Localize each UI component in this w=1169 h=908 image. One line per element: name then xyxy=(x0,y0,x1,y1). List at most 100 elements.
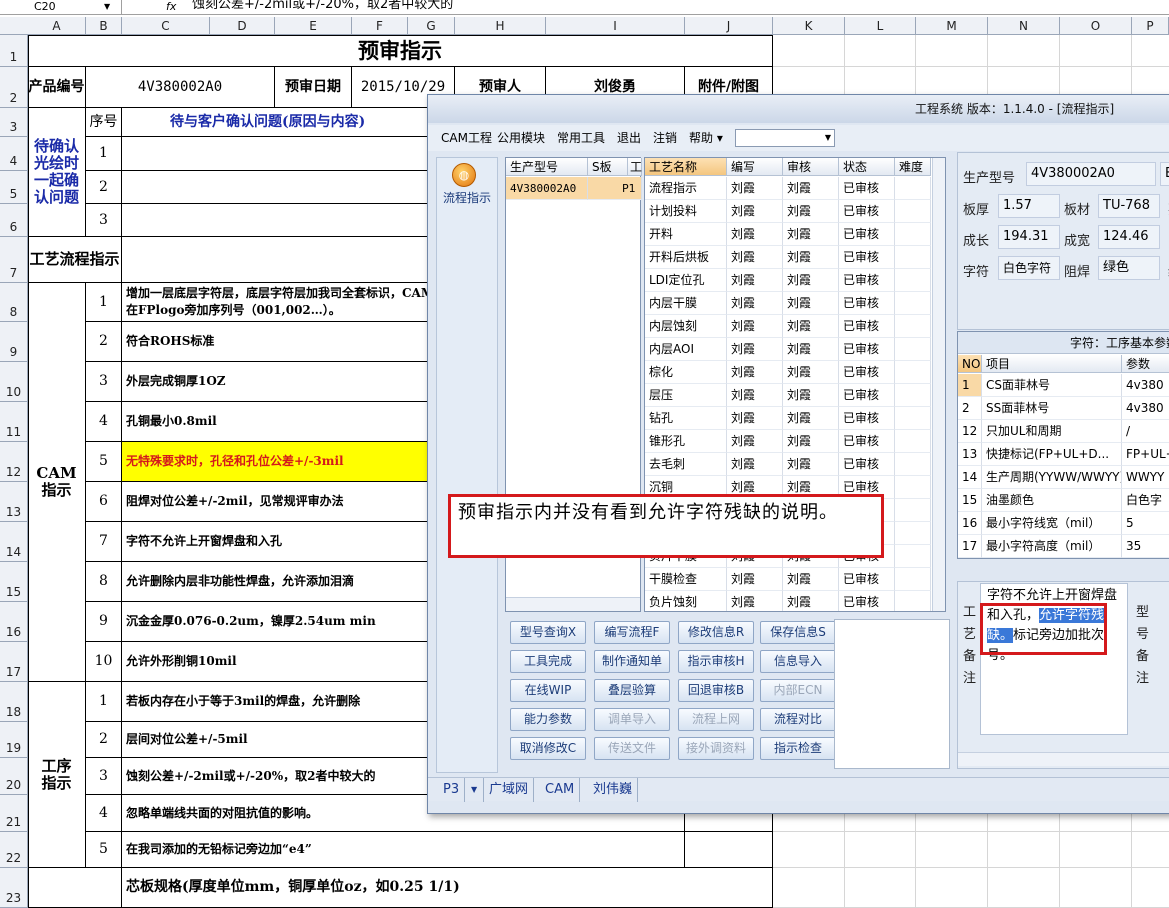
process-cell[interactable]: 已审核 xyxy=(839,292,895,315)
param-cell[interactable]: 16 xyxy=(958,512,982,535)
process-cell[interactable]: 刘霞 xyxy=(783,361,839,384)
fx-icon[interactable]: fx xyxy=(166,0,176,14)
row-header[interactable]: 7 xyxy=(0,237,28,283)
process-cell[interactable]: 刘霞 xyxy=(727,269,783,292)
process-cell[interactable]: 刘霞 xyxy=(727,177,783,200)
process-cell[interactable]: 刘霞 xyxy=(727,568,783,591)
param-col-header[interactable]: 项目 xyxy=(982,355,1122,373)
action-button[interactable]: 能力参数 xyxy=(510,708,586,731)
process-cell[interactable]: 锥形孔 xyxy=(645,430,727,453)
difficulty-cell[interactable] xyxy=(895,407,931,430)
action-button[interactable]: 叠层验算 xyxy=(594,679,670,702)
process-cell[interactable]: 已审核 xyxy=(839,269,895,292)
process-cell[interactable]: 干膜检查 xyxy=(645,568,727,591)
process-cell[interactable]: 刘霞 xyxy=(727,430,783,453)
action-button[interactable]: 流程上网 xyxy=(678,708,754,731)
process-cell[interactable]: 已审核 xyxy=(839,453,895,476)
row-header[interactable]: 10 xyxy=(0,362,28,402)
process-cell[interactable]: 刘霞 xyxy=(783,200,839,223)
process-cell[interactable]: 刘霞 xyxy=(727,361,783,384)
row-header[interactable]: 18 xyxy=(0,682,28,722)
param-cell[interactable]: 最小字符高度（mil） xyxy=(982,535,1122,558)
process-cell[interactable]: 已审核 xyxy=(839,430,895,453)
process-cell[interactable]: 钻孔 xyxy=(645,407,727,430)
process-cell[interactable]: 内层AOI xyxy=(645,338,727,361)
model-cell[interactable]: 4V380002A0 xyxy=(506,177,588,200)
column-header[interactable]: I xyxy=(546,17,685,35)
param-col-header[interactable]: NO xyxy=(958,355,982,373)
param-cell[interactable]: 15 xyxy=(958,489,982,512)
process-cell[interactable]: 内层蚀刻 xyxy=(645,315,727,338)
status-p3[interactable]: P3 xyxy=(438,778,466,802)
process-col-header[interactable]: 编写 xyxy=(727,158,783,176)
sboard-col-header[interactable]: S板 xyxy=(588,158,628,176)
row-header[interactable]: 19 xyxy=(0,722,28,758)
column-header[interactable]: G xyxy=(408,17,455,35)
process-cell[interactable]: 计划投料 xyxy=(645,200,727,223)
action-button[interactable]: 型号查询X xyxy=(510,621,586,644)
param-cell[interactable]: 35 xyxy=(1122,535,1169,558)
row-header[interactable]: 11 xyxy=(0,402,28,442)
param-cell[interactable]: 4v380 xyxy=(1122,397,1169,420)
param-cell[interactable]: 14 xyxy=(958,466,982,489)
process-cell[interactable]: 刘霞 xyxy=(727,453,783,476)
difficulty-cell[interactable] xyxy=(895,430,931,453)
model-hscrollbar[interactable] xyxy=(506,597,640,611)
process-cell[interactable]: 已审核 xyxy=(839,591,895,611)
process-cell[interactable]: 流程指示 xyxy=(645,177,727,200)
length-field[interactable]: 194.31 xyxy=(998,225,1060,249)
process-cell[interactable]: 刘霞 xyxy=(783,292,839,315)
process-cell[interactable]: 刘霞 xyxy=(783,453,839,476)
param-cell[interactable]: 17 xyxy=(958,535,982,558)
action-button[interactable]: 编写流程F xyxy=(594,621,670,644)
action-button[interactable]: 修改信息R xyxy=(678,621,754,644)
mask-field[interactable]: 绿色 xyxy=(1098,256,1160,280)
row-header[interactable]: 13 xyxy=(0,482,28,522)
row-header[interactable]: 3 xyxy=(0,108,28,137)
menu-logout[interactable]: 注销 xyxy=(653,125,677,151)
process-cell[interactable]: 开料 xyxy=(645,223,727,246)
row-header[interactable]: 4 xyxy=(0,137,28,171)
menu-tools[interactable]: 常用工具 xyxy=(557,125,605,151)
toolbar-combo[interactable]: ▼ xyxy=(735,129,835,147)
process-cell[interactable]: 刘霞 xyxy=(783,177,839,200)
process-cell[interactable]: 已审核 xyxy=(839,200,895,223)
difficulty-cell[interactable] xyxy=(895,499,931,522)
column-header[interactable]: C xyxy=(122,17,210,35)
process-cell[interactable]: 刘霞 xyxy=(727,591,783,611)
process-cell[interactable]: 刘霞 xyxy=(783,338,839,361)
process-cell[interactable]: 已审核 xyxy=(839,223,895,246)
param-cell[interactable]: 4v380 xyxy=(1122,374,1169,397)
param-cell[interactable]: 2 xyxy=(958,397,982,420)
param-cell[interactable]: 12 xyxy=(958,420,982,443)
material-field[interactable]: TU-768 xyxy=(1098,194,1160,218)
param-cell[interactable]: 快捷标记(FP+UL+D... xyxy=(982,443,1122,466)
param-cell[interactable]: CS面菲林号 xyxy=(982,374,1122,397)
difficulty-cell[interactable] xyxy=(895,476,931,499)
param-cell[interactable]: 油墨颜色 xyxy=(982,489,1122,512)
param-cell[interactable]: WWYY xyxy=(1122,466,1169,489)
process-cell[interactable]: 刘霞 xyxy=(783,430,839,453)
process-cell[interactable]: 内层干膜 xyxy=(645,292,727,315)
column-header[interactable]: D xyxy=(210,17,275,35)
param-cell[interactable]: 生产周期(YYWW/WWYY) xyxy=(982,466,1122,489)
process-cell[interactable]: 去毛刺 xyxy=(645,453,727,476)
difficulty-cell[interactable] xyxy=(895,361,931,384)
param-cell[interactable]: 最小字符线宽（mil） xyxy=(982,512,1122,535)
difficulty-cell[interactable] xyxy=(895,522,931,545)
row-header[interactable]: 12 xyxy=(0,442,28,482)
difficulty-cell[interactable] xyxy=(895,223,931,246)
action-button[interactable]: 指示审核H xyxy=(678,650,754,673)
param-cell[interactable]: 白色字 xyxy=(1122,489,1169,512)
process-cell[interactable]: 刘霞 xyxy=(727,200,783,223)
model-field[interactable]: 4V380002A0 xyxy=(1026,162,1156,186)
process-cell[interactable]: 已审核 xyxy=(839,568,895,591)
column-header[interactable]: E xyxy=(275,17,352,35)
difficulty-cell[interactable] xyxy=(895,453,931,476)
row-header[interactable]: 16 xyxy=(0,602,28,642)
process-cell[interactable]: 已审核 xyxy=(839,246,895,269)
process-cell[interactable]: 刘霞 xyxy=(727,315,783,338)
process-cell[interactable]: 刘霞 xyxy=(727,407,783,430)
sboard-cell[interactable]: P1 xyxy=(622,177,642,200)
process-cell[interactable]: 棕化 xyxy=(645,361,727,384)
